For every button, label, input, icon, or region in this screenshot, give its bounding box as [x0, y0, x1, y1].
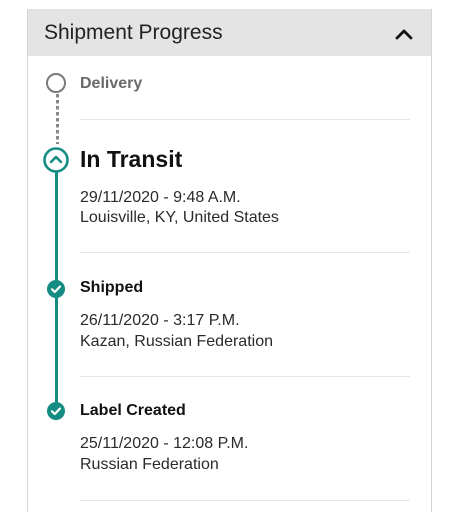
label-created-datetime: 25/11/2020 - 12:08 P.M.	[80, 435, 249, 452]
divider	[80, 252, 410, 253]
status-in-transit: In Transit	[80, 146, 183, 172]
chevron-up-icon[interactable]	[393, 23, 415, 45]
panel-title: Shipment Progress	[44, 21, 223, 44]
status-shipped: Shipped	[80, 279, 144, 296]
divider	[80, 376, 410, 377]
shipped-datetime: 26/11/2020 - 3:17 P.M.	[80, 312, 240, 329]
in-transit-datetime: 29/11/2020 - 9:48 A.M.	[80, 189, 241, 206]
status-label-created: Label Created	[80, 402, 186, 419]
pending-status-icon	[46, 73, 66, 93]
divider	[80, 119, 410, 120]
divider	[80, 500, 410, 501]
check-circle-icon	[47, 280, 65, 298]
status-delivery: Delivery	[80, 75, 143, 92]
shipped-location: Kazan, Russian Federation	[80, 333, 273, 350]
timeline-dotted-line	[56, 94, 59, 144]
label-created-location: Russian Federation	[80, 456, 219, 473]
in-transit-status-icon	[43, 147, 69, 173]
in-transit-location: Louisville, KY, United States	[80, 209, 279, 226]
check-circle-icon	[47, 402, 65, 420]
shipment-progress-header[interactable]: Shipment Progress	[28, 9, 431, 56]
